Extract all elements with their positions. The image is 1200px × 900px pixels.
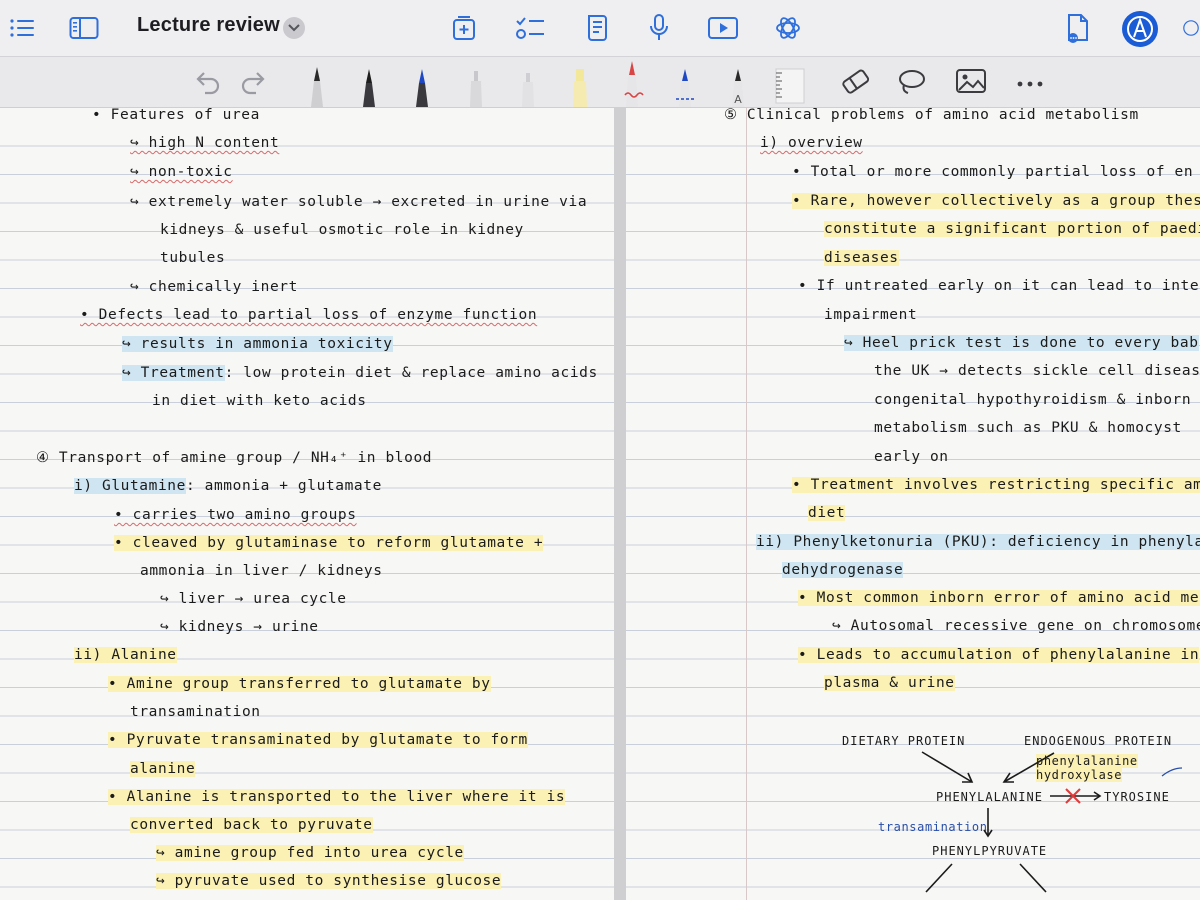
note-line: converted back to pyruvate — [130, 817, 373, 833]
note-line: • Features of urea — [92, 108, 260, 123]
note-line: kidneys & useful osmotic role in kidney — [160, 222, 524, 238]
note-line: • Defects lead to partial loss of enzyme… — [80, 307, 538, 323]
pencil-tool[interactable] — [465, 57, 487, 107]
note-line: ↪ kidneys → urine — [160, 619, 319, 635]
section-heading: ④ Transport of amine group / NH₄⁺ in blo… — [36, 450, 433, 466]
highlighter-tool[interactable] — [568, 57, 592, 107]
blue-pen-tool[interactable] — [411, 57, 433, 107]
play-icon[interactable] — [706, 14, 740, 42]
note-line: • carries two amino groups — [114, 507, 357, 523]
svg-text:A: A — [734, 93, 742, 106]
list-icon[interactable] — [8, 14, 36, 42]
note-line: • cleaved by glutaminase to reform gluta… — [114, 535, 544, 551]
note-line: ↪ pyruvate used to synthesise glucose — [156, 873, 502, 889]
note-line: • Pyruvate transaminated by glutamate to… — [108, 732, 528, 748]
pen-tool[interactable] — [358, 57, 380, 107]
note-line: • Alanine is transported to the liver wh… — [108, 789, 566, 805]
note-page-left[interactable]: • Features of urea ↪ high N content ↪ no… — [0, 108, 614, 900]
diagram-arrows — [921, 751, 1183, 893]
dashed-pen-tool[interactable] — [672, 57, 698, 107]
note-line: i) Glutamine: ammonia + glutamate — [74, 478, 382, 494]
note-line: tubules — [160, 250, 226, 266]
document-icon[interactable] — [583, 12, 611, 44]
note-line: ii) Alanine — [74, 647, 177, 663]
image-icon[interactable] — [954, 57, 988, 107]
add-page-icon[interactable] — [449, 13, 479, 43]
lasso-icon[interactable] — [894, 57, 928, 107]
note-line: ↪ non-toxic — [130, 164, 233, 180]
note-line: in diet with keto acids — [152, 393, 367, 409]
page-gutter — [614, 108, 626, 900]
note-line: ↪ high N content — [130, 135, 280, 151]
eraser-icon[interactable] — [838, 57, 874, 107]
more-circle-icon[interactable] — [1182, 12, 1200, 44]
sidebar-icon[interactable] — [68, 14, 100, 42]
note-line: ↪ amine group fed into urea cycle — [156, 845, 464, 861]
microphone-icon[interactable] — [646, 12, 672, 44]
red-pen-tool[interactable] — [619, 57, 645, 107]
note-line: ↪ Treatment: low protein diet & replace … — [122, 365, 598, 381]
chevron-down-icon[interactable] — [283, 17, 305, 39]
pencil-mode-icon[interactable] — [1120, 9, 1160, 49]
note-line: ↪ liver → urea cycle — [160, 591, 347, 607]
ai-icon[interactable] — [772, 12, 804, 44]
note-line: transamination — [130, 704, 261, 720]
undo-icon[interactable] — [193, 57, 221, 107]
text-tool[interactable]: A — [726, 57, 750, 107]
checklist-icon[interactable] — [514, 13, 546, 43]
note-page-right[interactable]: ⑤ Clinical problems of amino acid metabo… — [626, 108, 1200, 900]
ruler-icon[interactable] — [772, 57, 808, 107]
note-line: ↪ extremely water soluble → excreted in … — [130, 194, 588, 210]
note-line: ↪ results in ammonia toxicity — [122, 336, 393, 352]
note-line: alanine — [130, 761, 196, 777]
note-line: ammonia in liver / kidneys — [140, 563, 383, 579]
pencil-light-tool[interactable] — [517, 57, 539, 107]
document-title[interactable]: Lecture review — [137, 14, 280, 37]
redo-icon[interactable] — [240, 57, 268, 107]
fountain-pen-tool[interactable] — [306, 57, 328, 107]
page-margin-line — [746, 108, 747, 900]
more-icon[interactable] — [1014, 57, 1046, 107]
top-app-bar: Lecture review — [0, 0, 1200, 57]
drawing-toolbar: A — [0, 57, 1200, 108]
share-document-icon[interactable] — [1064, 11, 1092, 45]
note-line: ↪ chemically inert — [130, 279, 298, 295]
note-line: • Amine group transferred to glutamate b… — [108, 676, 491, 692]
